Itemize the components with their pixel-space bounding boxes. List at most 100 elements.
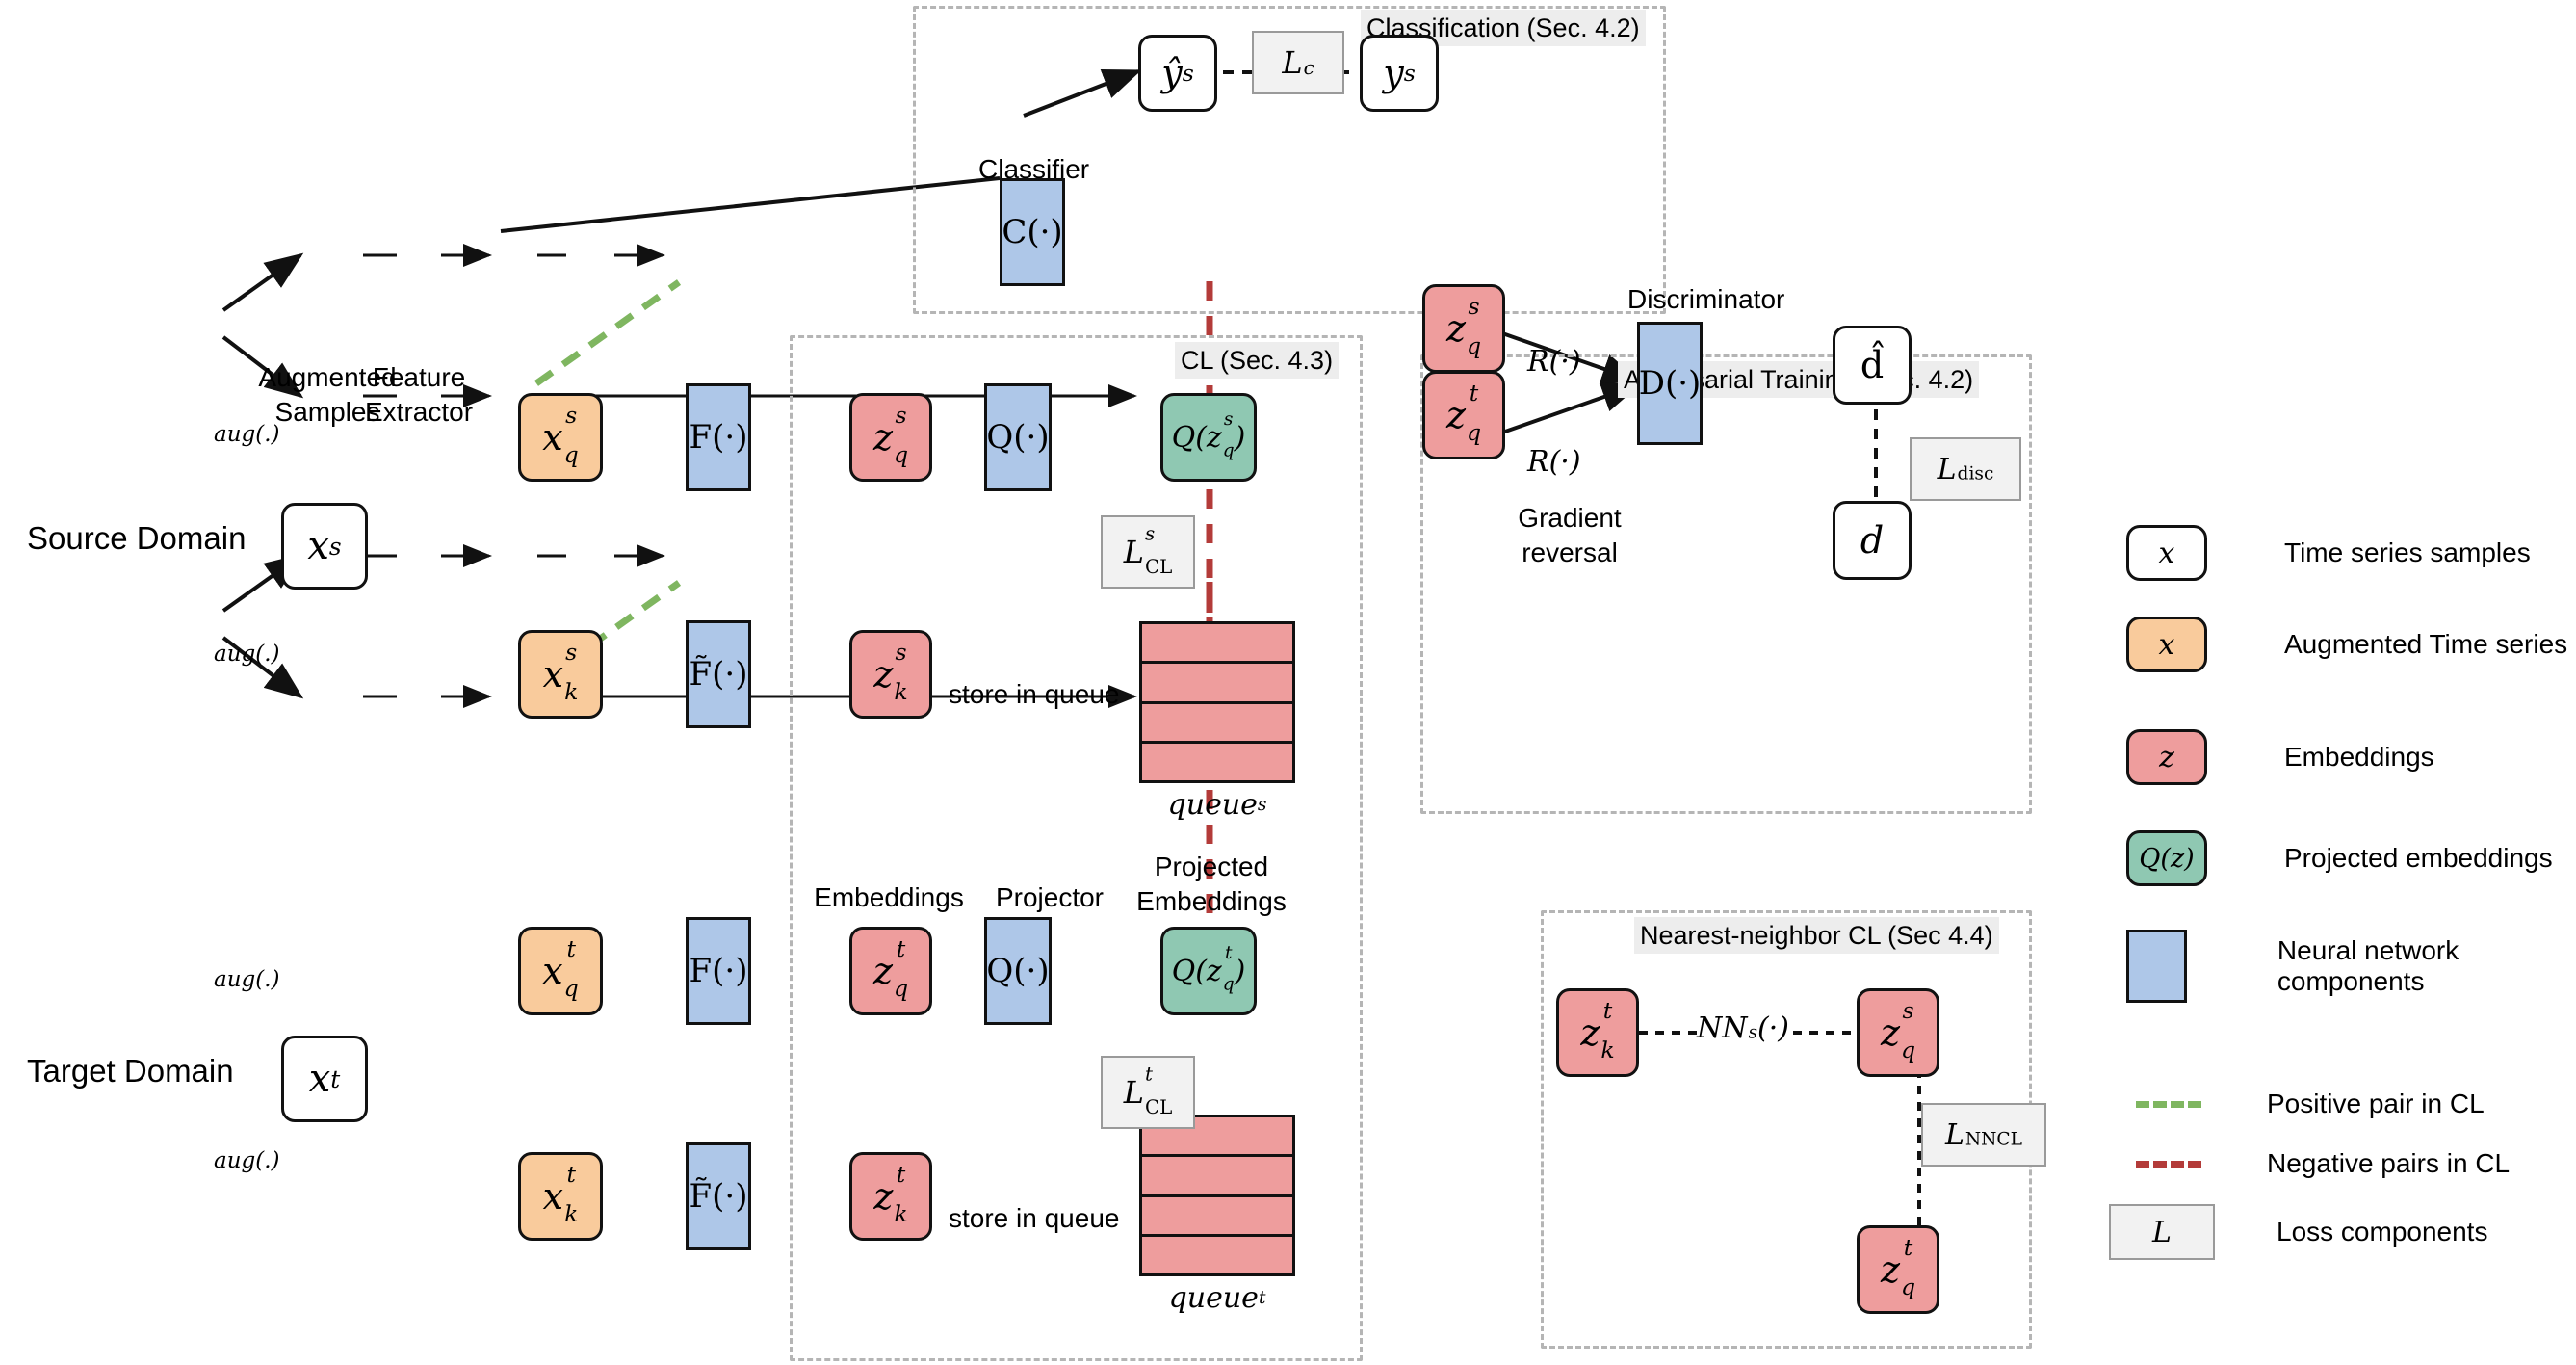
queue-source-label: queue s [1167, 788, 1267, 822]
node-xk-target-label: x tk [542, 1161, 579, 1228]
node-Q-label-2: Q(·) [986, 952, 1050, 990]
queue-source[interactable] [1139, 621, 1295, 783]
legend-item-positive-pair: Positive pair in CL [2126, 1089, 2485, 1119]
node-adv-zq-source[interactable]: z sq [1422, 284, 1505, 373]
node-projected-embedding-source-label: Q(z sq ) [1171, 409, 1246, 461]
label-target-domain: Target Domain [27, 1053, 234, 1089]
paren-close-2: ) [1234, 954, 1246, 988]
edge-label-aug-target-q: aug(.) [214, 967, 280, 992]
edge-xs-to-xqs [221, 252, 304, 312]
group-adversarial [1420, 354, 2032, 814]
label-gradient-reversal-line2: reversal [1522, 538, 1618, 567]
node-zq-target[interactable]: z tq [849, 927, 932, 1015]
node-nncl-zq-source-label: z sq [1880, 997, 1916, 1064]
legend-swatch-time-series-samples: x [2126, 525, 2207, 581]
node-nncl-zk-target[interactable]: z tk [1556, 988, 1639, 1077]
edge-label-grad-reversal-source: R(·) [1527, 345, 1581, 379]
node-feature-extractor-k-target[interactable]: F̃(·) [686, 1142, 751, 1250]
node-discriminator[interactable]: D(·) [1637, 322, 1703, 445]
queue-row [1142, 664, 1292, 704]
legend-label-augmented-time-series: Augmented Time series [2284, 629, 2568, 659]
loss-cl-source[interactable]: L s CL [1101, 515, 1195, 589]
label-gradient-reversal: Gradient reversal [1483, 501, 1656, 570]
legend-swatch-negative-pairs [2136, 1160, 2201, 1168]
legend-swatch-positive-pair [2136, 1100, 2201, 1108]
node-xq-source[interactable]: x sq [518, 393, 603, 482]
legend-item-time-series-samples: x Time series samples [2126, 525, 2531, 581]
node-Q-label-1: Q(·) [986, 418, 1050, 457]
queue-row [1142, 1197, 1292, 1237]
node-nncl-zq-target-label: z tq [1880, 1234, 1916, 1301]
node-feature-extractor-q-source[interactable]: F(·) [686, 383, 751, 491]
legend-swatch-neural-network-components [2126, 930, 2187, 1003]
node-y-source-label: ys [1383, 52, 1416, 94]
loss-nncl[interactable]: L NNCL [1921, 1103, 2046, 1167]
loss-classification[interactable]: L c [1252, 31, 1344, 94]
node-nncl-zq-target[interactable]: z tq [1857, 1225, 1939, 1314]
header-feature-extractor-line1: Feature [372, 362, 466, 392]
node-zq-source[interactable]: z sq [849, 393, 932, 482]
node-d-hat[interactable]: d̂ [1833, 326, 1912, 405]
queue-row [1142, 1157, 1292, 1197]
node-y-hat-source[interactable]: ŷs [1138, 35, 1217, 112]
node-feature-extractor-k-source[interactable]: F̃(·) [686, 620, 751, 728]
queue-row [1142, 704, 1292, 744]
paren-close-1: ) [1234, 420, 1246, 455]
node-xq-target[interactable]: x tq [518, 927, 603, 1015]
node-x-target[interactable]: xt [281, 1036, 368, 1122]
legend-swatch-embeddings: z [2126, 729, 2207, 785]
legend-label-positive-pair: Positive pair in CL [2267, 1089, 2485, 1118]
queue-target-label: queue t [1168, 1281, 1266, 1315]
node-classifier[interactable]: C(·) [1000, 178, 1065, 286]
node-zk-target-label: z tk [873, 1161, 908, 1228]
node-xk-source[interactable]: x sk [518, 630, 603, 719]
node-Ftilde-label-2: F̃(·) [689, 1177, 748, 1216]
header-projected-embeddings-line1: Projected [1154, 852, 1269, 881]
header-feature-extractor: Feature Extractor [342, 360, 496, 430]
node-xk-target[interactable]: x tk [518, 1152, 603, 1241]
legend-label-neural-network-components: Neural network components [2277, 935, 2459, 996]
group-nncl-title: Nearest-neighbor CL (Sec 4.4) [1634, 917, 1999, 954]
node-adv-zq-target[interactable]: z tq [1422, 371, 1505, 459]
queue-row [1142, 744, 1292, 780]
node-F-label-2: F(·) [689, 952, 748, 990]
legend-symbol-augmented-time-series: x [2158, 627, 2175, 662]
edge-label-grad-reversal-target: R(·) [1527, 445, 1581, 479]
node-feature-extractor-q-target[interactable]: F(·) [686, 917, 751, 1025]
header-projected-embeddings-line2: Embeddings [1136, 886, 1287, 916]
queue-row [1142, 624, 1292, 665]
node-projected-embedding-source[interactable]: Q(z sq ) [1160, 393, 1257, 482]
node-projected-embedding-target[interactable]: Q(z tq ) [1160, 927, 1257, 1015]
legend-item-neural-network-components: Neural network components [2126, 930, 2576, 1003]
diagram-canvas: Classification (Sec. 4.2) CL (Sec. 4.3) … [0, 0, 2576, 1365]
node-zk-source[interactable]: z sk [849, 630, 932, 719]
header-discriminator: Discriminator [1627, 284, 1785, 314]
edge-label-aug-target-k: aug(.) [214, 1148, 280, 1173]
node-projector-target[interactable]: Q(·) [984, 917, 1052, 1025]
node-x-target-label: xt [308, 1057, 341, 1101]
legend-swatch-loss-components: L [2109, 1204, 2215, 1260]
header-projected-embeddings: Projected Embeddings [1106, 850, 1317, 919]
node-zq-target-label: z tq [872, 935, 909, 1003]
legend-label-loss-components: Loss components [2277, 1217, 2488, 1247]
queue-target[interactable] [1139, 1115, 1295, 1276]
node-xq-target-label: x tq [542, 935, 579, 1003]
node-Ftilde-label-1: F̃(·) [689, 655, 748, 694]
node-projector-source[interactable]: Q(·) [984, 383, 1052, 491]
loss-classification-label: L c [1282, 44, 1314, 81]
legend-symbol-embeddings: z [2159, 740, 2174, 774]
edge-label-store-in-queue-target: store in queue [949, 1203, 1120, 1233]
edge-label-store-in-queue-source: store in queue [949, 679, 1120, 709]
node-nncl-zq-source[interactable]: z sq [1857, 988, 1939, 1077]
group-cl-title: CL (Sec. 4.3) [1175, 342, 1340, 379]
header-embeddings: Embeddings [814, 882, 964, 912]
loss-discriminator[interactable]: L disc [1910, 437, 2021, 501]
loss-cl-target[interactable]: L t CL [1101, 1056, 1195, 1129]
node-zk-target[interactable]: z tk [849, 1152, 932, 1241]
node-xq-source-label: x sq [542, 402, 579, 469]
node-y-source[interactable]: ys [1360, 35, 1439, 112]
node-x-source[interactable]: xs [281, 503, 368, 590]
node-d[interactable]: d [1833, 501, 1912, 580]
legend-swatch-augmented-time-series: x [2126, 617, 2207, 672]
legend-item-embeddings: z Embeddings [2126, 729, 2434, 785]
